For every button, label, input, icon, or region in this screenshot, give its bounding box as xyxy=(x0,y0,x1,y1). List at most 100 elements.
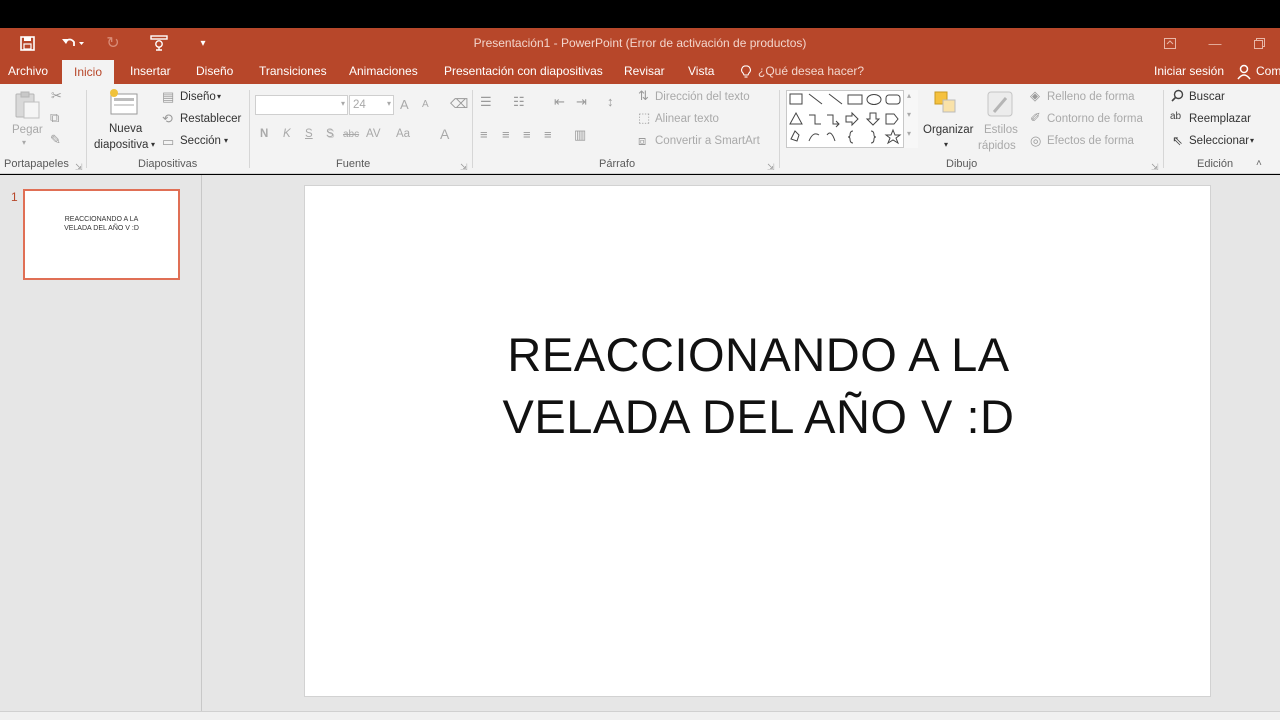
character-spacing-button[interactable]: AV xyxy=(366,128,381,140)
section-button[interactable]: Sección xyxy=(180,135,221,147)
arrange-dropdown-icon[interactable]: ▾ xyxy=(944,140,948,149)
share-icon[interactable] xyxy=(1237,58,1253,84)
section-dropdown-icon[interactable]: ▾ xyxy=(224,136,228,145)
new-slide-label-2[interactable]: diapositiva xyxy=(94,139,148,151)
format-painter-icon[interactable]: ✎ xyxy=(50,133,61,147)
new-slide-icon[interactable] xyxy=(108,88,140,118)
cut-icon[interactable]: ✂ xyxy=(51,89,62,103)
shape-outline-button[interactable]: Contorno de forma xyxy=(1047,113,1143,125)
align-center-icon[interactable]: ≡ xyxy=(502,128,510,142)
maximize-icon[interactable] xyxy=(1236,28,1280,58)
layout-button[interactable]: Diseño xyxy=(180,91,216,103)
font-size-dropdown-icon[interactable]: ▾ xyxy=(387,99,391,108)
shape-effects-button[interactable]: Efectos de forma xyxy=(1047,135,1134,147)
shape-fill-icon[interactable]: ◈ xyxy=(1030,89,1040,103)
justify-icon[interactable]: ≡ xyxy=(544,128,552,142)
shapes-gallery[interactable] xyxy=(786,90,918,148)
italic-button[interactable]: K xyxy=(283,128,291,140)
reset-icon[interactable]: ⟲ xyxy=(162,112,173,126)
paste-dropdown-icon[interactable]: ▾ xyxy=(22,138,26,147)
paragraph-launcher-icon[interactable]: ⇲ xyxy=(767,160,775,174)
grow-font-icon[interactable]: A xyxy=(400,97,409,112)
share-button[interactable]: Com xyxy=(1256,58,1280,84)
tab-animaciones[interactable]: Animaciones xyxy=(349,58,418,84)
tab-insertar[interactable]: Insertar xyxy=(130,58,171,84)
replace-button[interactable]: Reemplazar xyxy=(1189,113,1251,125)
strikethrough-button[interactable]: abc xyxy=(343,129,359,140)
minimize-icon[interactable]: — xyxy=(1192,28,1238,58)
tab-revisar[interactable]: Revisar xyxy=(624,58,665,84)
gallery-down-icon[interactable]: ▾ xyxy=(907,110,911,119)
group-label-clipboard: Portapapeles xyxy=(4,158,69,170)
tab-archivo[interactable]: Archivo xyxy=(8,58,48,84)
slide-thumbnail[interactable]: REACCIONANDO A LA VELADA DEL AÑO V :D xyxy=(23,189,180,280)
shrink-font-icon[interactable]: A xyxy=(422,99,429,110)
gallery-up-icon[interactable]: ▴ xyxy=(907,91,911,100)
font-size-value: 24 xyxy=(353,99,366,111)
align-text-icon[interactable]: ⬚ xyxy=(638,111,650,125)
new-slide-label-1[interactable]: Nueva xyxy=(109,123,142,135)
new-slide-dropdown-icon[interactable]: ▾ xyxy=(151,140,155,149)
tab-vista[interactable]: Vista xyxy=(688,58,714,84)
line-spacing-icon[interactable]: ↕ xyxy=(607,95,614,109)
slide-title[interactable]: REACCIONANDO A LA VELADA DEL AÑO V :D xyxy=(455,324,1062,448)
drawing-launcher-icon[interactable]: ⇲ xyxy=(1151,160,1159,174)
tell-me-search[interactable]: ¿Qué desea hacer? xyxy=(758,58,864,84)
sign-in-link[interactable]: Iniciar sesión xyxy=(1154,58,1224,84)
find-icon[interactable] xyxy=(1171,89,1184,105)
paste-label[interactable]: Pegar xyxy=(12,124,43,136)
paste-icon[interactable] xyxy=(12,90,42,120)
collapse-ribbon-icon[interactable]: ˄ xyxy=(1256,158,1262,169)
bullets-icon[interactable]: ☰ xyxy=(480,95,492,109)
increase-indent-icon[interactable]: ⇥ xyxy=(576,95,587,109)
tab-inicio[interactable]: Inicio xyxy=(62,60,115,84)
decrease-indent-icon[interactable]: ⇤ xyxy=(554,95,565,109)
shape-fill-button[interactable]: Relleno de forma xyxy=(1047,91,1135,103)
quick-styles-label-1[interactable]: Estilos xyxy=(984,124,1018,136)
ribbon-display-icon[interactable] xyxy=(1147,28,1193,58)
numbering-icon[interactable]: ☷ xyxy=(513,95,525,109)
clipboard-launcher-icon[interactable]: ⇲ xyxy=(75,160,83,174)
shadow-button[interactable]: S xyxy=(326,128,334,140)
gallery-more-icon[interactable]: ▾ xyxy=(907,129,911,138)
copy-icon[interactable]: ⧉ xyxy=(50,111,59,125)
shape-outline-icon[interactable]: ✐ xyxy=(1030,111,1041,125)
align-right-icon[interactable]: ≡ xyxy=(523,128,531,142)
select-dropdown-icon[interactable]: ▾ xyxy=(1250,136,1254,145)
change-case-button[interactable]: Aa xyxy=(396,128,410,140)
replace-icon[interactable]: ab xyxy=(1170,110,1181,124)
font-color-button[interactable]: A xyxy=(440,126,449,142)
underline-button[interactable]: S xyxy=(305,128,313,140)
clear-formatting-icon[interactable]: ⌫ xyxy=(450,97,468,111)
select-icon[interactable]: ⇖ xyxy=(1172,134,1183,148)
font-name-dropdown-icon[interactable]: ▾ xyxy=(341,99,345,108)
tab-diseno[interactable]: Diseño xyxy=(196,58,233,84)
layout-dropdown-icon[interactable]: ▾ xyxy=(217,92,221,101)
quick-styles-label-2[interactable]: rápidos xyxy=(978,140,1016,152)
reset-button[interactable]: Restablecer xyxy=(180,113,241,125)
shape-effects-icon[interactable]: ◎ xyxy=(1030,134,1041,148)
quick-styles-icon[interactable] xyxy=(986,90,1016,120)
columns-icon[interactable]: ▥ xyxy=(574,128,586,142)
align-text-button[interactable]: Alinear texto xyxy=(655,113,719,125)
layout-icon[interactable]: ▤ xyxy=(162,90,174,104)
tab-presentacion[interactable]: Presentación con diapositivas xyxy=(444,58,603,84)
tab-transiciones[interactable]: Transiciones xyxy=(259,58,327,84)
arrange-button[interactable]: Organizar xyxy=(923,124,974,136)
convert-smartart-button[interactable]: Convertir a SmartArt xyxy=(655,135,760,147)
smartart-icon[interactable]: ⧈ xyxy=(638,134,646,148)
text-direction-icon[interactable]: ⇅ xyxy=(638,89,649,103)
align-left-icon[interactable]: ≡ xyxy=(480,128,488,142)
font-size-input[interactable]: 24 ▾ xyxy=(349,95,394,115)
section-icon[interactable]: ▭ xyxy=(162,135,174,149)
font-name-input[interactable]: ▾ xyxy=(255,95,348,115)
font-launcher-icon[interactable]: ⇲ xyxy=(460,160,468,174)
text-direction-button[interactable]: Dirección del texto xyxy=(655,91,750,103)
select-button[interactable]: Seleccionar xyxy=(1189,135,1249,147)
slide-canvas[interactable]: REACCIONANDO A LA VELADA DEL AÑO V :D xyxy=(304,185,1211,697)
group-label-slides: Diapositivas xyxy=(138,158,198,170)
find-button[interactable]: Buscar xyxy=(1189,91,1225,103)
bold-button[interactable]: N xyxy=(260,128,268,140)
arrange-icon[interactable] xyxy=(933,90,961,118)
shapes-gallery-scroll[interactable]: ▴ ▾ ▾ xyxy=(903,90,918,148)
